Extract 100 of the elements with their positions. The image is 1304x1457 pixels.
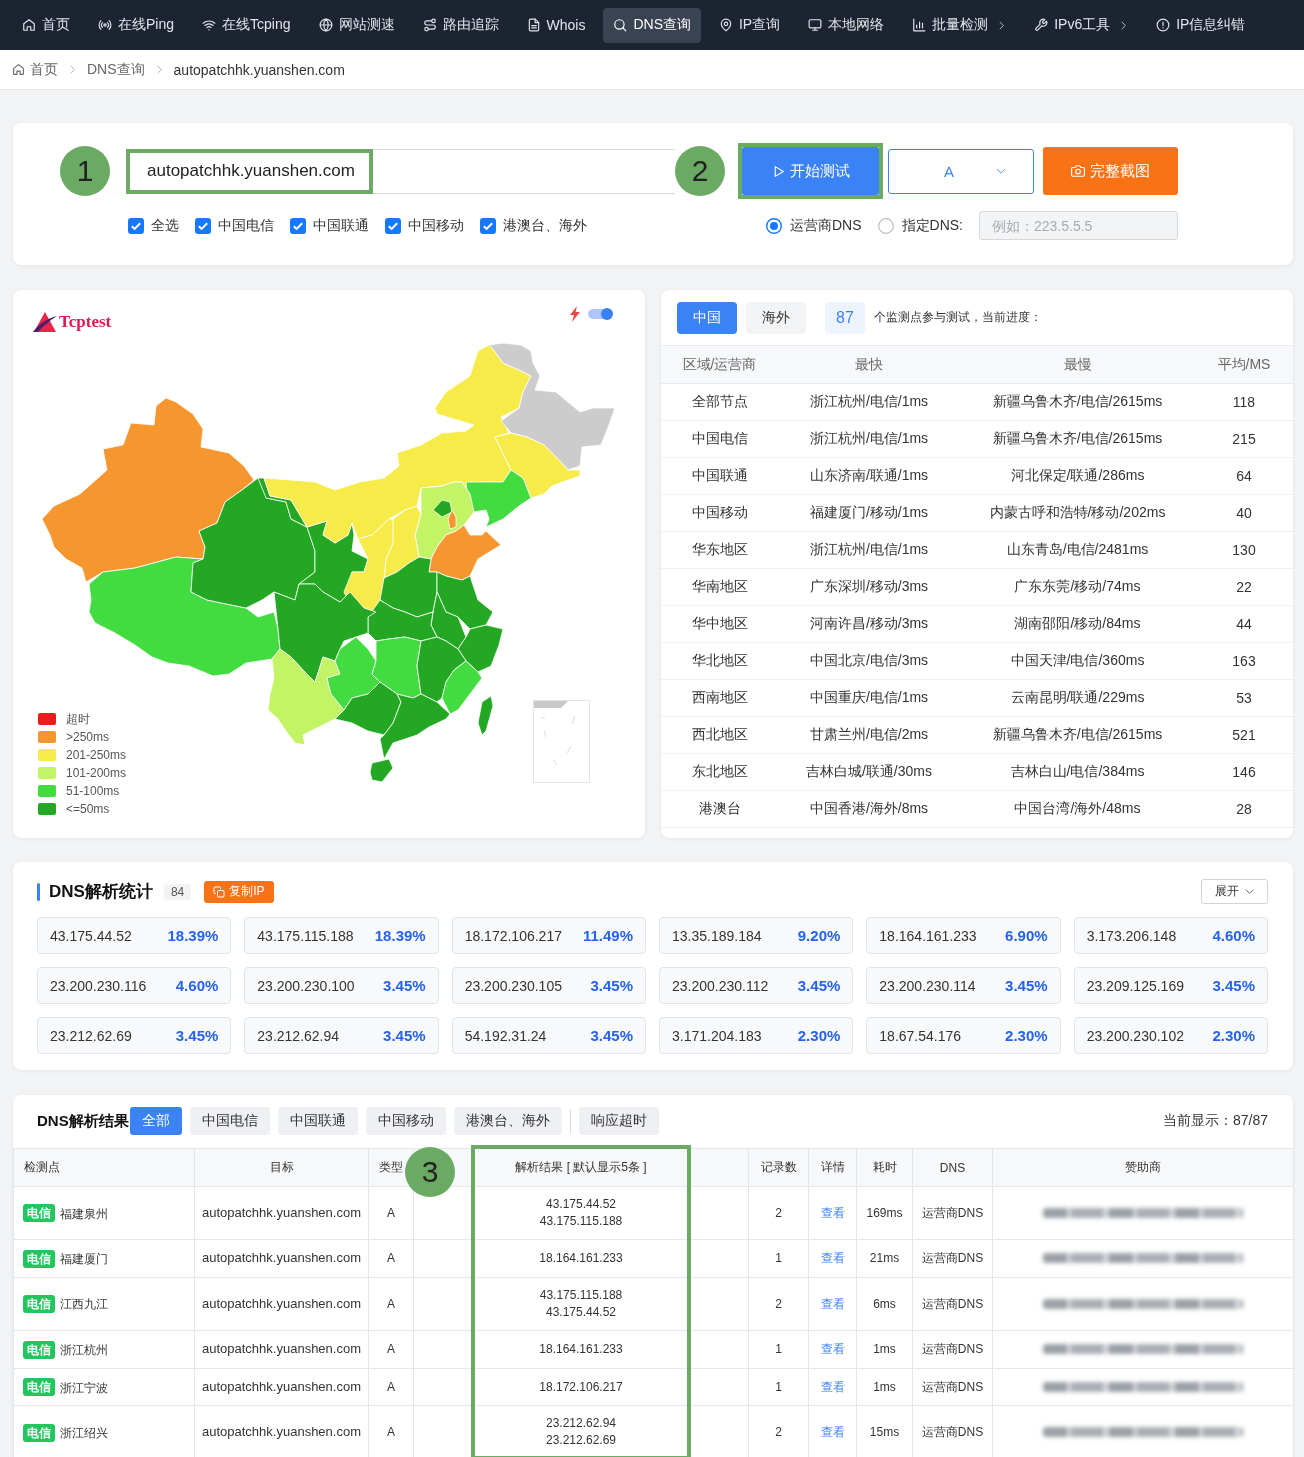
breadcrumb-link[interactable]: DNS查询 [87, 60, 145, 79]
nav-item[interactable]: 在线Ping [88, 7, 185, 43]
table-cell: 港澳台 [661, 790, 778, 828]
toggle-switch[interactable] [588, 309, 612, 319]
nav-item[interactable]: DNS查询 [603, 7, 701, 43]
chevron-right-icon [154, 65, 164, 74]
checkbox-label: 中国移动 [408, 216, 464, 235]
table-cell: autopatchhk.yuanshen.com [194, 1330, 369, 1369]
filter-tab[interactable]: 中国电信 [189, 1107, 270, 1135]
ip-address: 23.200.230.100 [257, 977, 355, 994]
ip-address: 3.171.204.183 [672, 1027, 762, 1044]
logo-text: Tcptest [59, 311, 112, 332]
ip-address: 23.212.62.94 [257, 1027, 340, 1044]
column-header: 耗时 [856, 1148, 913, 1187]
ip-share: 2.30% [1212, 1027, 1255, 1044]
checkbox[interactable] [195, 217, 211, 234]
ip-address: 23.200.230.116 [50, 977, 147, 994]
record-type-select[interactable]: A [888, 148, 1034, 194]
radio-button[interactable] [877, 217, 894, 234]
breadcrumb-link[interactable]: 首页 [12, 60, 58, 79]
table-cell: 1 [748, 1239, 809, 1278]
filter-tab[interactable]: 港澳台、海外 [453, 1107, 562, 1135]
filter-tab[interactable]: 中国联通 [277, 1107, 358, 1135]
region-tab[interactable]: 海外 [746, 301, 806, 334]
ip-share: 3.45% [1212, 977, 1255, 994]
ip-address: 43.175.44.52 [50, 927, 132, 944]
table-cell: 中国香港/海外/8ms [778, 790, 960, 828]
nav-item[interactable]: 路由追踪 [412, 7, 509, 43]
table-cell: 内蒙古呼和浩特/移动/202ms [960, 494, 1195, 532]
nav-item[interactable]: 网站测速 [308, 7, 405, 43]
table-cell: 福建厦门/移动/1ms [778, 494, 960, 532]
region-tab[interactable]: 中国 [677, 301, 737, 334]
domain-field[interactable]: autopatchhk.yuanshen.com [126, 148, 675, 194]
column-header: 最慢 [960, 345, 1195, 384]
ip-address: 18.164.161.233 [879, 927, 977, 944]
legend-label: <=50ms [66, 802, 110, 816]
table-cell: 运营商DNS [912, 1277, 993, 1331]
answer-ip: 43.175.115.188 [538, 1213, 624, 1230]
checkbox-label: 全选 [151, 216, 179, 235]
table-cell: 1 [748, 1330, 809, 1369]
checkbox-label: 中国联通 [313, 216, 369, 235]
table-cell: 运营商DNS [912, 1186, 993, 1240]
ip-share: 2.30% [797, 1027, 841, 1044]
table-cell: 新疆乌鲁木齐/电信/2615ms [960, 716, 1195, 754]
checkbox[interactable] [128, 217, 144, 234]
location-text: 江西九江 [60, 1297, 108, 1312]
table-cell: 广东深圳/移动/3ms [778, 568, 960, 606]
detail-link[interactable]: 查看 [820, 1296, 845, 1311]
checkbox[interactable] [290, 217, 306, 234]
detail-link[interactable]: 查看 [820, 1206, 845, 1220]
breadcrumb-current: autopatchhk.yuanshen.com [173, 61, 345, 78]
count-badge: 84 [163, 883, 192, 900]
ip-share: 18.39% [167, 927, 219, 944]
location-text: 浙江杭州 [60, 1342, 108, 1357]
table-cell: 华中地区 [661, 605, 778, 643]
table-cell: A [368, 1277, 414, 1331]
nav-item[interactable]: IP信息纠错 [1146, 7, 1256, 43]
table-cell: 云南昆明/联通/229ms [960, 679, 1195, 717]
nav-item[interactable]: 本地网络 [798, 7, 895, 43]
answer-ip: 43.175.44.52 [544, 1303, 618, 1321]
column-header: 平均/MS [1195, 345, 1293, 384]
nav-item[interactable]: Whois [516, 7, 596, 43]
detail-link[interactable]: 查看 [820, 1425, 845, 1440]
ip-address: 43.175.115.188 [257, 927, 354, 944]
table-cell: 215 [1195, 420, 1293, 458]
broadcast-icon [98, 18, 112, 32]
nav-item[interactable]: 批量检测 [902, 7, 1017, 43]
progress-text: 个监测点参与测试，当前进度： [873, 309, 1042, 326]
table-cell: 53 [1195, 679, 1293, 717]
section-title: DNS解析结果 [37, 1111, 129, 1131]
filter-tab[interactable]: 响应超时 [578, 1107, 659, 1135]
ip-address: 23.200.230.102 [1086, 1027, 1184, 1044]
filter-tab[interactable]: 中国移动 [365, 1107, 446, 1135]
detail-link[interactable]: 查看 [820, 1251, 845, 1266]
table-cell: 1 [748, 1368, 809, 1406]
start-button[interactable]: 开始测试 [742, 147, 879, 195]
nav-item[interactable]: 在线Tcping [192, 7, 301, 43]
nav-item[interactable]: 首页 [12, 7, 80, 43]
radio-button[interactable] [766, 217, 782, 234]
detail-link[interactable]: 查看 [820, 1342, 845, 1357]
table-cell: A [368, 1368, 414, 1406]
ip-share: 3.45% [590, 977, 633, 994]
isp-badge: 电信 [23, 1378, 55, 1397]
table-cell: 1ms [856, 1330, 913, 1369]
wifi-icon [202, 18, 217, 32]
filter-tab[interactable]: 全部 [129, 1107, 182, 1135]
nav-item[interactable]: IPv6工具 [1024, 7, 1139, 43]
display-count: 当前显示：87/87 [1162, 1112, 1268, 1130]
column-header: 最快 [778, 345, 960, 384]
table-cell: 22 [1195, 568, 1293, 606]
expand-button[interactable]: 展开 [1201, 879, 1268, 904]
checkbox[interactable] [385, 217, 401, 234]
checkbox[interactable] [480, 217, 496, 234]
legend-label: 101-200ms [66, 766, 127, 780]
ip-share: 11.49% [582, 927, 633, 944]
nav-item[interactable]: IP查询 [708, 7, 791, 43]
table-cell: 6ms [856, 1277, 913, 1331]
ip-share: 3.45% [383, 977, 426, 994]
table-cell: 中国电信 [661, 420, 778, 458]
wrench-icon [1034, 18, 1049, 32]
